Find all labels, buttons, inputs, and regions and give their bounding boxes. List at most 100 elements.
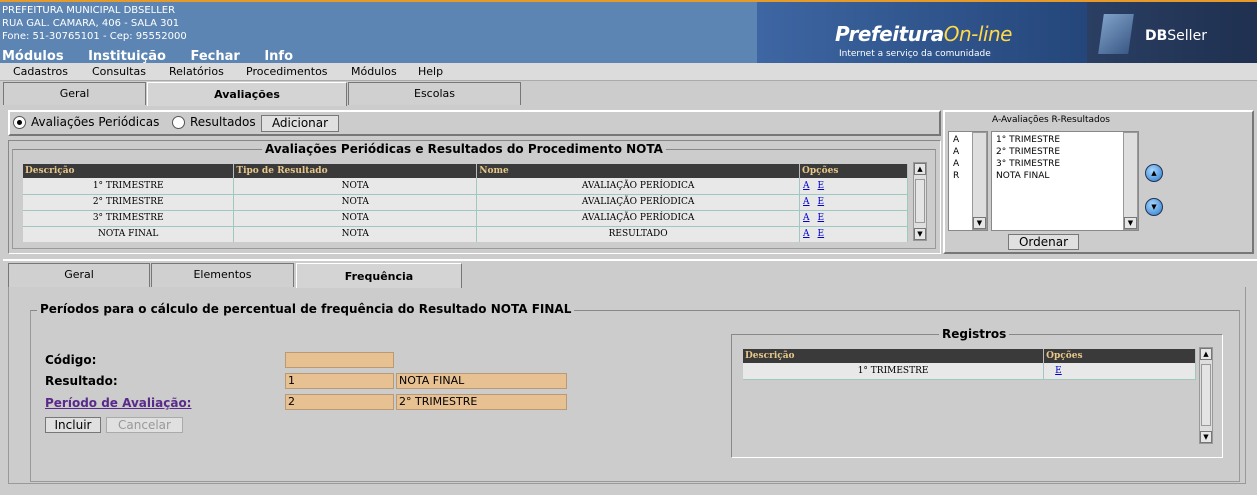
order-item[interactable]: 1° TRIMESTRE [996, 134, 1060, 146]
scroll-thumb[interactable] [915, 179, 925, 223]
cell-nome: AVALIAÇÃO PERÍODICA [476, 194, 801, 211]
frequency-title: Períodos para o cálculo de percentual de… [37, 302, 575, 316]
menubar-modulos[interactable]: Módulos [351, 65, 397, 78]
scroll-up-icon[interactable]: ▲ [1200, 348, 1212, 360]
banner-tagline: Internet a serviço da comunidade [839, 49, 991, 59]
prefeitura-online-banner: PrefeituraOn-line Internet a serviço da … [757, 2, 1087, 63]
registros-scrollbar[interactable]: ▲ ▼ [1199, 347, 1213, 444]
subtab-geral[interactable]: Geral [8, 263, 150, 287]
menubar-procedimentos[interactable]: Procedimentos [246, 65, 328, 78]
cancelar-button[interactable]: Cancelar [106, 417, 183, 433]
org-info: PREFEITURA MUNICIPAL DBSELLER RUA GAL. C… [2, 4, 187, 43]
codes-scrollbar[interactable]: ▼ [972, 132, 987, 230]
menubar-cadastros[interactable]: Cadastros [13, 65, 68, 78]
resultado-name-field[interactable]: NOTA FINAL [396, 373, 567, 389]
periodo-code-field[interactable]: 2 [285, 394, 394, 410]
dbseller-name-seller: Seller [1167, 28, 1207, 44]
items-scrollbar[interactable]: ▼ [1123, 132, 1138, 230]
procedure-table: Descrição Tipo de Resultado Nome Opções … [23, 164, 908, 242]
table-row: 2° TRIMESTRE NOTA AVALIAÇÃO PERÍODICA AE [23, 194, 908, 211]
menubar-help[interactable]: Help [418, 65, 443, 78]
order-item[interactable]: NOTA FINAL [996, 170, 1060, 182]
order-button[interactable]: Ordenar [1008, 234, 1079, 250]
move-down-icon[interactable]: ▼ [1145, 198, 1163, 216]
scroll-thumb[interactable] [1201, 364, 1211, 426]
cell-descricao: 1° TRIMESTRE [743, 363, 1045, 380]
order-item[interactable]: 2° TRIMESTRE [996, 146, 1060, 158]
radio-avaliacoes[interactable] [13, 116, 26, 129]
tab-avaliacoes[interactable]: Avaliações [147, 82, 347, 106]
table-row: NOTA FINAL NOTA RESULTADO AE [23, 226, 908, 242]
org-contact: Fone: 51-30765101 - Cep: 95552000 [2, 31, 187, 42]
banner-title: PrefeituraOn-line [835, 22, 1012, 46]
alter-link[interactable]: A [803, 229, 810, 239]
table-row: 1° TRIMESTRE E [743, 363, 1196, 380]
ordering-items-list[interactable]: 1° TRIMESTRE 2° TRIMESTRE 3° TRIMESTRE N… [991, 131, 1139, 231]
resultado-label: Resultado: [45, 374, 118, 388]
cell-nome: AVALIAÇÃO PERÍODICA [476, 178, 801, 195]
cell-nome: AVALIAÇÃO PERÍODICA [476, 210, 801, 227]
scroll-down-icon[interactable]: ▼ [1124, 217, 1137, 229]
codigo-field[interactable] [285, 352, 394, 368]
codigo-label: Código: [45, 353, 97, 367]
banner-title-main: Prefeitura [835, 22, 944, 46]
radio-avaliacoes-label: Avaliações Periódicas [31, 115, 160, 129]
banner-title-online: On-line [943, 22, 1013, 46]
tab-geral[interactable]: Geral [3, 82, 146, 105]
cell-opcoes: AE [799, 210, 908, 227]
registros-table-wrap: Descrição Opções 1° TRIMESTRE E [743, 349, 1196, 389]
subtab-frequencia[interactable]: Frequência [296, 263, 462, 288]
menubar-consultas[interactable]: Consultas [92, 65, 146, 78]
menu-modulos[interactable]: Módulos [2, 49, 64, 64]
radio-resultados[interactable] [172, 116, 185, 129]
subtab-elementos[interactable]: Elementos [151, 263, 294, 287]
scroll-up-icon[interactable]: ▲ [914, 163, 926, 175]
incluir-button[interactable]: Incluir [45, 417, 101, 433]
scroll-down-icon[interactable]: ▼ [973, 217, 986, 229]
exclude-link[interactable]: E [818, 229, 825, 239]
cell-tipo: NOTA [233, 178, 478, 195]
ordering-items: 1° TRIMESTRE 2° TRIMESTRE 3° TRIMESTRE N… [996, 134, 1060, 182]
exclude-link[interactable]: E [818, 213, 825, 223]
menu-info[interactable]: Info [264, 49, 293, 64]
cell-descricao: NOTA FINAL [23, 226, 235, 242]
menubar-relatorios[interactable]: Relatórios [169, 65, 224, 78]
scroll-down-icon[interactable]: ▼ [1200, 431, 1212, 443]
menu-fechar[interactable]: Fechar [190, 49, 239, 64]
alter-link[interactable]: A [803, 213, 810, 223]
order-item[interactable]: 3° TRIMESTRE [996, 158, 1060, 170]
org-name: PREFEITURA MUNICIPAL DBSELLER [2, 5, 176, 16]
periodo-name-field[interactable]: 2° TRIMESTRE [396, 394, 567, 410]
code-item: A [953, 135, 960, 145]
table-row: 3° TRIMESTRE NOTA AVALIAÇÃO PERÍODICA AE [23, 210, 908, 227]
cell-opcoes: AE [799, 194, 908, 211]
cell-opcoes: AE [799, 226, 908, 242]
periodo-link[interactable]: Período de Avaliação: [45, 396, 191, 410]
cell-tipo: NOTA [233, 194, 478, 211]
exclude-link[interactable]: E [818, 181, 825, 191]
col-descricao: Descrição [743, 349, 1045, 363]
add-button[interactable]: Adicionar [261, 115, 339, 132]
procedure-table-title: Avaliações Periódicas e Resultados do Pr… [262, 142, 666, 156]
dbseller-name: DBSeller [1145, 28, 1207, 44]
alter-link[interactable]: A [803, 197, 810, 207]
col-nome: Nome [476, 164, 801, 178]
move-up-icon[interactable]: ▲ [1145, 164, 1163, 182]
procedure-scrollbar[interactable]: ▲ ▼ [913, 162, 927, 241]
radio-resultados-label: Resultados [190, 115, 256, 129]
dbseller-name-db: DB [1145, 28, 1168, 44]
registros-title: Registros [939, 327, 1010, 341]
menu-instituicao[interactable]: Instituição [88, 49, 166, 64]
cell-descricao: 2° TRIMESTRE [23, 194, 235, 211]
scroll-down-icon[interactable]: ▼ [914, 228, 926, 240]
cell-tipo: NOTA [233, 226, 478, 242]
tab-escolas[interactable]: Escolas [348, 82, 521, 105]
radio-selected-dot [17, 120, 22, 125]
exclude-link[interactable]: E [818, 197, 825, 207]
registros-table: Descrição Opções 1° TRIMESTRE E [743, 349, 1196, 380]
exclude-link[interactable]: E [1055, 366, 1062, 376]
resultado-code-field[interactable]: 1 [285, 373, 394, 389]
ordering-codes-list[interactable]: A A A R ▼ [948, 131, 988, 231]
alter-link[interactable]: A [803, 181, 810, 191]
col-opcoes: Opções [1043, 349, 1196, 363]
